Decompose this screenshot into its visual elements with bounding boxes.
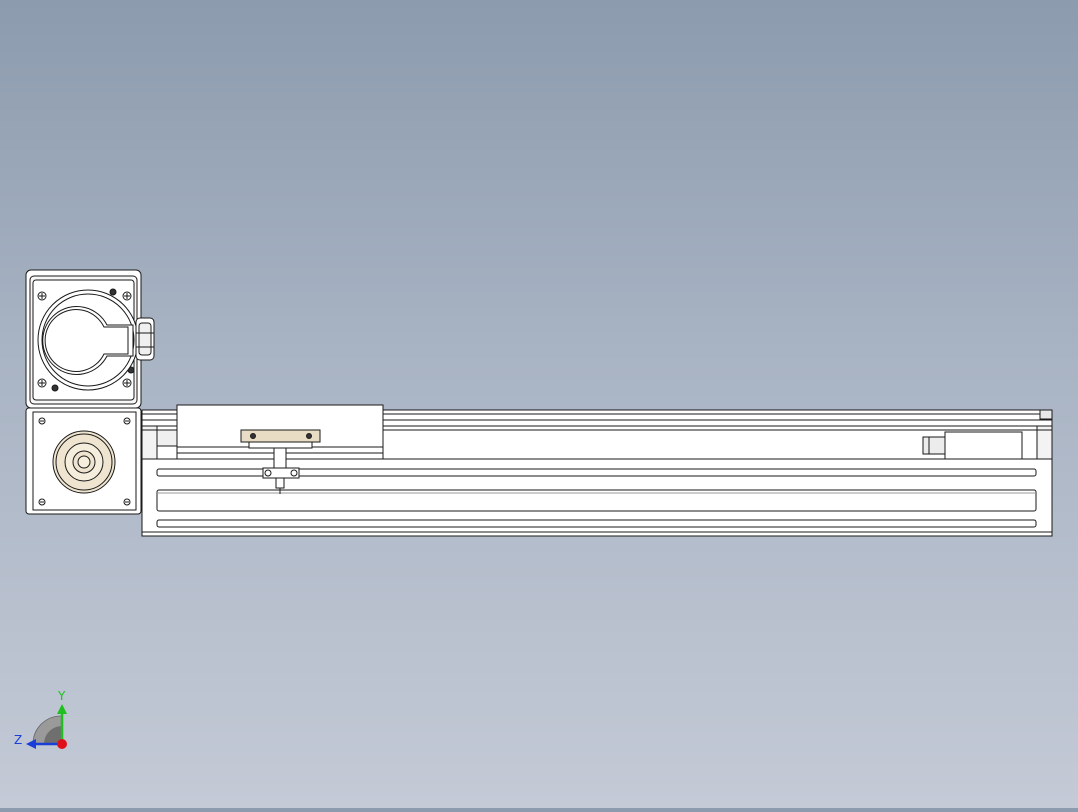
cad-viewport[interactable]: Y Z bbox=[0, 0, 1078, 808]
carriage-plate bbox=[240, 429, 321, 449]
y-axis-label: Y bbox=[57, 689, 66, 703]
cad-drawing: Y Z bbox=[14, 269, 1053, 749]
z-axis-label: Z bbox=[14, 733, 22, 747]
coupling-housing[interactable] bbox=[25, 407, 142, 515]
servo-motor[interactable] bbox=[25, 269, 155, 409]
coupling-disc bbox=[52, 430, 116, 494]
y-axis-arrow bbox=[57, 704, 67, 714]
z-axis-arrow bbox=[26, 739, 36, 749]
coordinate-triad: Y Z bbox=[14, 689, 67, 749]
x-axis-dot bbox=[57, 739, 67, 749]
carriage-block[interactable] bbox=[156, 404, 384, 460]
